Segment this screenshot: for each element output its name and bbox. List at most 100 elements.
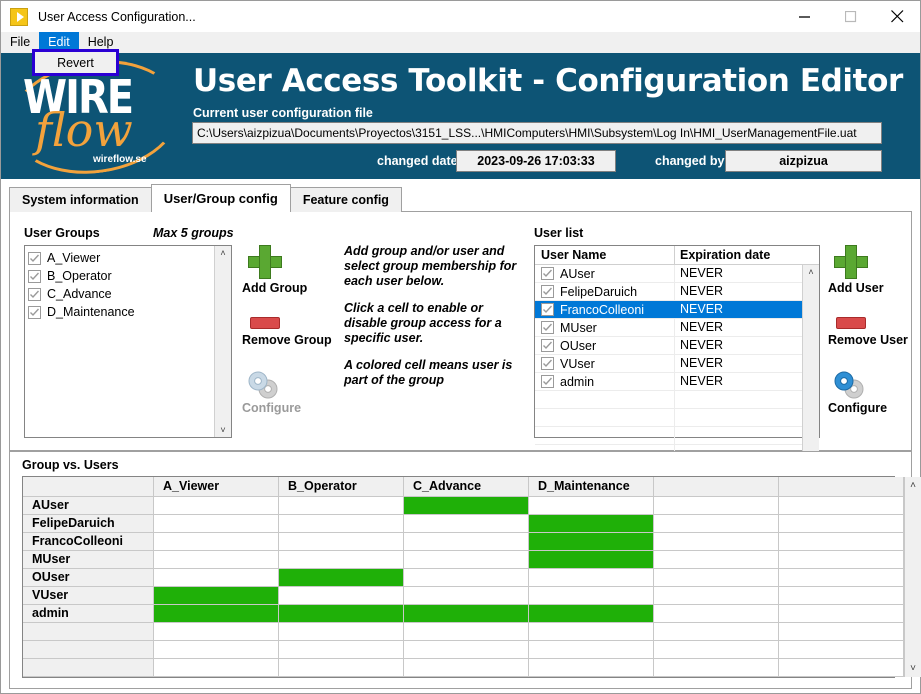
configure-user-button[interactable]: Configure xyxy=(828,369,913,415)
matrix-cell[interactable] xyxy=(154,533,279,551)
user-list-row[interactable]: FelipeDaruich NEVER xyxy=(535,283,802,301)
checkbox-checked-icon[interactable] xyxy=(28,269,41,283)
matrix-cell[interactable] xyxy=(154,623,279,641)
user-list-scrollbar[interactable]: ˄ ˅ xyxy=(802,265,819,463)
config-file-path-field[interactable]: C:\Users\aizpizua\Documents\Proyectos\31… xyxy=(192,122,882,144)
matrix-row-label[interactable] xyxy=(23,641,154,659)
matrix-cell[interactable] xyxy=(404,515,529,533)
checkbox-checked-icon[interactable] xyxy=(541,321,554,334)
column-header-expiration-date[interactable]: Expiration date xyxy=(675,246,819,264)
matrix-column-header[interactable]: B_Operator xyxy=(279,477,404,497)
matrix-cell[interactable] xyxy=(404,551,529,569)
user-list-empty-row[interactable] xyxy=(535,427,802,445)
matrix-cell[interactable] xyxy=(654,659,779,677)
checkbox-checked-icon[interactable] xyxy=(28,305,41,319)
matrix-column-header[interactable] xyxy=(654,477,779,497)
scroll-up-icon[interactable]: ˄ xyxy=(220,248,225,258)
user-list-row[interactable]: OUser NEVER xyxy=(535,337,802,355)
group-list-item[interactable]: D_Maintenance xyxy=(28,303,214,321)
matrix-row-label[interactable]: VUser xyxy=(23,587,154,605)
group-vs-users-grid[interactable]: A_Viewer B_Operator C_Advance D_Maintena… xyxy=(22,476,921,678)
matrix-cell-active[interactable] xyxy=(279,605,404,623)
scroll-down-icon[interactable]: ˅ xyxy=(910,663,916,674)
matrix-cell[interactable] xyxy=(779,533,904,551)
user-list-row-selected[interactable]: FrancoColleoni NEVER xyxy=(535,301,802,319)
user-expiration-cell[interactable]: NEVER xyxy=(675,337,802,354)
matrix-cell[interactable] xyxy=(279,551,404,569)
remove-group-button[interactable]: Remove Group xyxy=(242,317,332,347)
matrix-row-label[interactable]: MUser xyxy=(23,551,154,569)
matrix-cell[interactable] xyxy=(404,659,529,677)
matrix-cell[interactable] xyxy=(279,623,404,641)
tab-user-group-config[interactable]: User/Group config xyxy=(150,184,291,212)
matrix-cell[interactable] xyxy=(654,497,779,515)
checkbox-checked-icon[interactable] xyxy=(28,251,41,265)
user-list-empty-row[interactable] xyxy=(535,391,802,409)
matrix-cell[interactable] xyxy=(279,515,404,533)
matrix-cell[interactable] xyxy=(779,587,904,605)
user-expiration-cell[interactable]: NEVER xyxy=(675,283,802,300)
add-user-button[interactable]: Add User xyxy=(828,245,913,295)
matrix-cell[interactable] xyxy=(529,641,654,659)
matrix-cell-active[interactable] xyxy=(529,533,654,551)
checkbox-checked-icon[interactable] xyxy=(541,357,554,370)
user-list-row-name-cell[interactable]: MUser xyxy=(535,319,675,336)
user-expiration-cell[interactable]: NEVER xyxy=(675,373,802,390)
remove-user-button[interactable]: Remove User xyxy=(828,317,913,347)
matrix-cell-active[interactable] xyxy=(529,515,654,533)
scroll-up-icon[interactable]: ˄ xyxy=(910,480,916,491)
user-list-row-name-cell[interactable]: AUser xyxy=(535,265,675,282)
matrix-cell[interactable] xyxy=(154,551,279,569)
checkbox-checked-icon[interactable] xyxy=(541,339,554,352)
matrix-cell[interactable] xyxy=(654,641,779,659)
matrix-cell[interactable] xyxy=(654,515,779,533)
user-list-row[interactable]: VUser NEVER xyxy=(535,355,802,373)
matrix-cell[interactable] xyxy=(154,515,279,533)
matrix-cell[interactable] xyxy=(654,623,779,641)
matrix-cell[interactable] xyxy=(654,533,779,551)
matrix-cell[interactable] xyxy=(529,623,654,641)
tab-system-information[interactable]: System information xyxy=(9,187,152,212)
matrix-column-header[interactable] xyxy=(779,477,904,497)
user-expiration-cell[interactable]: NEVER xyxy=(675,319,802,336)
matrix-cell[interactable] xyxy=(154,641,279,659)
matrix-cell[interactable] xyxy=(154,659,279,677)
minimize-icon[interactable] xyxy=(782,1,828,32)
user-list-row-name-cell[interactable]: OUser xyxy=(535,337,675,354)
matrix-cell[interactable] xyxy=(529,587,654,605)
matrix-cell[interactable] xyxy=(779,497,904,515)
matrix-cell[interactable] xyxy=(404,533,529,551)
user-groups-scrollbar[interactable]: ˄ ˅ xyxy=(214,246,231,437)
add-group-button[interactable]: Add Group xyxy=(242,245,322,295)
matrix-row-label[interactable]: FrancoColleoni xyxy=(23,533,154,551)
matrix-cell[interactable] xyxy=(529,497,654,515)
user-expiration-cell[interactable]: NEVER xyxy=(675,301,802,318)
matrix-cell[interactable] xyxy=(779,623,904,641)
matrix-cell[interactable] xyxy=(779,515,904,533)
user-expiration-cell[interactable]: NEVER xyxy=(675,355,802,372)
matrix-row-label[interactable]: admin xyxy=(23,605,154,623)
checkbox-checked-icon[interactable] xyxy=(541,303,554,316)
matrix-column-header[interactable]: A_Viewer xyxy=(154,477,279,497)
matrix-cell[interactable] xyxy=(529,569,654,587)
matrix-cell-active[interactable] xyxy=(404,605,529,623)
user-list-row-name-cell[interactable]: admin xyxy=(535,373,675,390)
matrix-cell[interactable] xyxy=(779,659,904,677)
matrix-cell[interactable] xyxy=(154,569,279,587)
user-list-empty-row[interactable] xyxy=(535,409,802,427)
matrix-row-label[interactable] xyxy=(23,659,154,677)
matrix-cell[interactable] xyxy=(279,659,404,677)
matrix-row-label[interactable]: OUser xyxy=(23,569,154,587)
matrix-cell[interactable] xyxy=(779,551,904,569)
user-list-row[interactable]: MUser NEVER xyxy=(535,319,802,337)
menu-item-revert[interactable]: Revert xyxy=(32,49,119,76)
user-list-row[interactable]: admin NEVER xyxy=(535,373,802,391)
matrix-cell[interactable] xyxy=(529,659,654,677)
checkbox-checked-icon[interactable] xyxy=(28,287,41,301)
matrix-row-label[interactable]: FelipeDaruich xyxy=(23,515,154,533)
user-list-row-name-cell[interactable]: VUser xyxy=(535,355,675,372)
matrix-cell[interactable] xyxy=(404,587,529,605)
checkbox-checked-icon[interactable] xyxy=(541,267,554,280)
user-list-row-name-cell[interactable]: FrancoColleoni xyxy=(535,301,675,318)
scroll-down-icon[interactable]: ˅ xyxy=(220,425,225,435)
